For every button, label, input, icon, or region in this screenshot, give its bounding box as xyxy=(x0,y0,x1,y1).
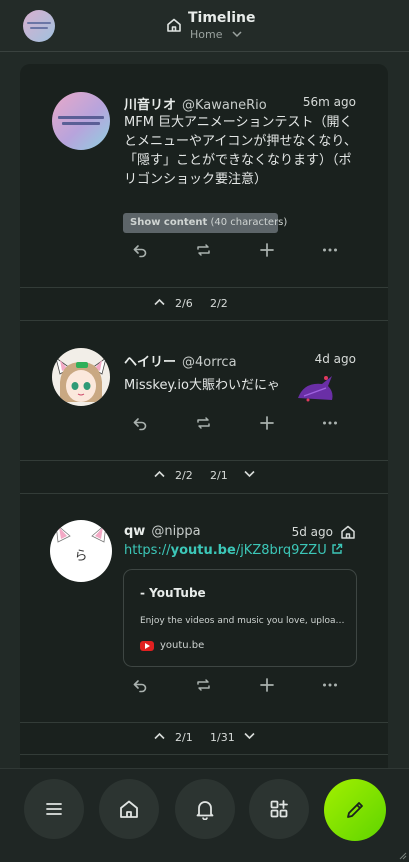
header: Timeline Home xyxy=(0,0,409,52)
bottom-navigation xyxy=(0,768,409,862)
preview-site: youtu.be xyxy=(160,640,205,651)
widgets-button[interactable] xyxy=(249,779,309,839)
page-title: Timeline xyxy=(188,10,256,26)
divider xyxy=(20,722,388,723)
post-button[interactable] xyxy=(324,779,386,841)
home-visibility-icon xyxy=(340,524,356,540)
external-link-icon xyxy=(331,543,343,555)
note: ら qw @nippa 5d ago https://youtu.be/jKZ8b… xyxy=(20,64,388,724)
preview-description: Enjoy the videos and music you love, upl… xyxy=(140,616,345,626)
note-author[interactable]: qw @nippa xyxy=(124,524,201,539)
page-indicator: 1/31 xyxy=(210,731,235,744)
chevron-down-icon xyxy=(232,30,242,38)
avatar-glyph: ら xyxy=(74,549,87,564)
note-actions xyxy=(132,677,342,693)
timeline-subtitle: Home xyxy=(190,28,223,41)
account-avatar[interactable] xyxy=(23,10,55,42)
reply-icon[interactable] xyxy=(132,677,148,693)
thread-pager: 2/1 1/31 xyxy=(20,728,388,748)
note-time[interactable]: 5d ago xyxy=(292,525,333,539)
page-indicator: 2/1 xyxy=(175,731,193,744)
notifications-button[interactable] xyxy=(175,779,235,839)
url-preview-card[interactable]: - YouTube Enjoy the videos and music you… xyxy=(123,569,357,667)
resize-handle-icon[interactable] xyxy=(397,850,407,860)
more-icon[interactable] xyxy=(322,677,338,693)
divider xyxy=(20,754,388,755)
username: @nippa xyxy=(151,524,201,539)
youtube-icon xyxy=(140,641,154,651)
home-button[interactable] xyxy=(99,779,159,839)
youtube-link[interactable]: https://youtu.be/jKZ8brq9ZZU xyxy=(124,543,343,558)
menu-button[interactable] xyxy=(24,779,84,839)
plus-icon[interactable] xyxy=(259,677,275,693)
chevron-up-icon[interactable] xyxy=(154,732,165,740)
chevron-down-icon[interactable] xyxy=(244,732,255,740)
timeline: 川音リオ @KawaneRio 56m ago MFM 巨大アニメーションテスト（… xyxy=(20,64,388,804)
avatar[interactable]: ら xyxy=(50,520,112,582)
preview-title: - YouTube xyxy=(140,586,206,600)
renote-icon[interactable] xyxy=(195,677,212,693)
home-icon xyxy=(166,17,182,33)
